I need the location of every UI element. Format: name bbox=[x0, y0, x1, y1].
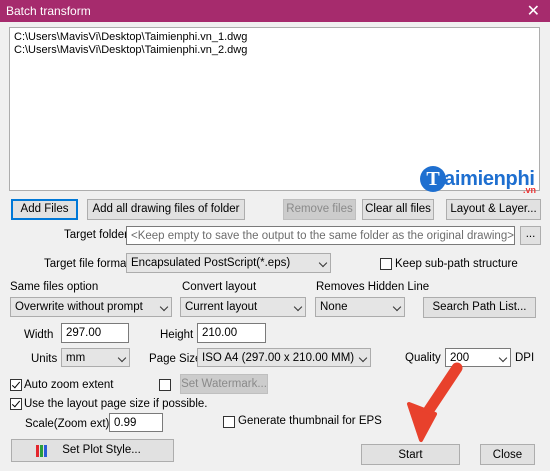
add-folder-files-button[interactable]: Add all drawing files of folder bbox=[87, 199, 245, 220]
units-value: mm bbox=[66, 352, 86, 364]
chevron-down-icon bbox=[318, 258, 328, 268]
auto-zoom-checkbox[interactable] bbox=[10, 379, 22, 391]
scale-input[interactable]: 0.99 bbox=[109, 413, 163, 432]
checkmark-icon bbox=[11, 379, 21, 389]
brand-logo-icon: T bbox=[420, 166, 446, 192]
units-select[interactable]: mm bbox=[61, 348, 130, 367]
start-button[interactable]: Start bbox=[361, 444, 460, 465]
target-folder-label: Target folder bbox=[64, 229, 128, 241]
scale-label: Scale(Zoom ext) bbox=[25, 418, 110, 430]
pointer-arrow-icon bbox=[407, 362, 463, 442]
hidden-line-select[interactable]: None bbox=[315, 297, 405, 317]
set-watermark-button[interactable]: Set Watermark... bbox=[180, 374, 268, 394]
set-plot-style-label: Set Plot Style... bbox=[62, 444, 141, 456]
plot-style-icon bbox=[36, 445, 48, 457]
layout-page-size-label: Use the layout page size if possible. bbox=[24, 398, 208, 410]
chevron-down-icon bbox=[159, 302, 169, 312]
convert-layout-label: Convert layout bbox=[182, 281, 257, 293]
target-format-select[interactable]: Encapsulated PostScript(*.eps) bbox=[126, 253, 331, 273]
auto-zoom-label: Auto zoom extent bbox=[24, 379, 114, 391]
search-path-list-button[interactable]: Search Path List... bbox=[423, 297, 536, 318]
close-button[interactable]: Close bbox=[480, 444, 535, 465]
height-input[interactable]: 210.00 bbox=[197, 323, 266, 343]
brand-logo-tld: .vn bbox=[523, 185, 537, 195]
convert-layout-select[interactable]: Current layout bbox=[180, 297, 306, 317]
checkmark-icon bbox=[11, 398, 21, 408]
title-bar: Batch transform ✕ bbox=[0, 0, 550, 22]
chevron-down-icon bbox=[293, 302, 303, 312]
keep-subpath-checkbox[interactable] bbox=[380, 258, 392, 270]
thumbnail-checkbox[interactable] bbox=[223, 416, 235, 428]
hidden-line-value: None bbox=[320, 301, 348, 313]
target-format-value: Encapsulated PostScript(*.eps) bbox=[131, 257, 291, 269]
browse-folder-button[interactable]: ... bbox=[520, 226, 541, 245]
brand-logo: T aimienphi .vn bbox=[420, 164, 545, 196]
page-size-value: ISO A4 (297.00 x 210.00 MM) bbox=[202, 352, 355, 364]
page-size-label: Page Size bbox=[149, 353, 202, 365]
layout-layer-button[interactable]: Layout & Layer... bbox=[446, 199, 541, 220]
file-list-item[interactable]: C:\Users\MavisVi\Desktop\Taimienphi.vn_1… bbox=[14, 31, 535, 44]
same-files-select[interactable]: Overwrite without prompt bbox=[10, 297, 172, 317]
same-files-value: Overwrite without prompt bbox=[15, 301, 143, 313]
remove-files-button[interactable]: Remove files bbox=[283, 199, 356, 220]
width-label: Width bbox=[24, 329, 54, 341]
height-label: Height bbox=[160, 329, 194, 341]
width-input[interactable]: 297.00 bbox=[61, 323, 129, 343]
thumbnail-label: Generate thumbnail for EPS bbox=[238, 415, 382, 427]
add-files-button[interactable]: Add Files bbox=[11, 199, 78, 220]
units-label: Units bbox=[31, 353, 58, 365]
chevron-down-icon bbox=[358, 353, 368, 363]
layout-page-size-checkbox[interactable] bbox=[10, 398, 22, 410]
convert-layout-value: Current layout bbox=[185, 301, 258, 313]
chevron-down-icon bbox=[392, 302, 402, 312]
file-list-item[interactable]: C:\Users\MavisVi\Desktop\Taimienphi.vn_2… bbox=[14, 44, 535, 57]
close-window-icon[interactable]: ✕ bbox=[527, 1, 540, 20]
target-format-label: Target file format bbox=[44, 258, 130, 270]
chevron-down-icon bbox=[117, 353, 127, 363]
keep-subpath-label: Keep sub-path structure bbox=[395, 258, 518, 270]
same-files-label: Same files option bbox=[10, 281, 99, 293]
watermark-checkbox[interactable] bbox=[159, 379, 171, 391]
page-size-select[interactable]: ISO A4 (297.00 x 210.00 MM) bbox=[197, 348, 371, 367]
target-folder-input[interactable]: <Keep empty to save the output to the sa… bbox=[126, 226, 515, 245]
clear-all-files-button[interactable]: Clear all files bbox=[362, 199, 434, 220]
brand-logo-text: aimienphi bbox=[444, 168, 535, 190]
quality-unit: DPI bbox=[515, 352, 535, 364]
window-title: Batch transform bbox=[6, 4, 91, 18]
chevron-down-icon bbox=[498, 353, 508, 363]
hidden-line-label: Removes Hidden Line bbox=[316, 281, 430, 293]
